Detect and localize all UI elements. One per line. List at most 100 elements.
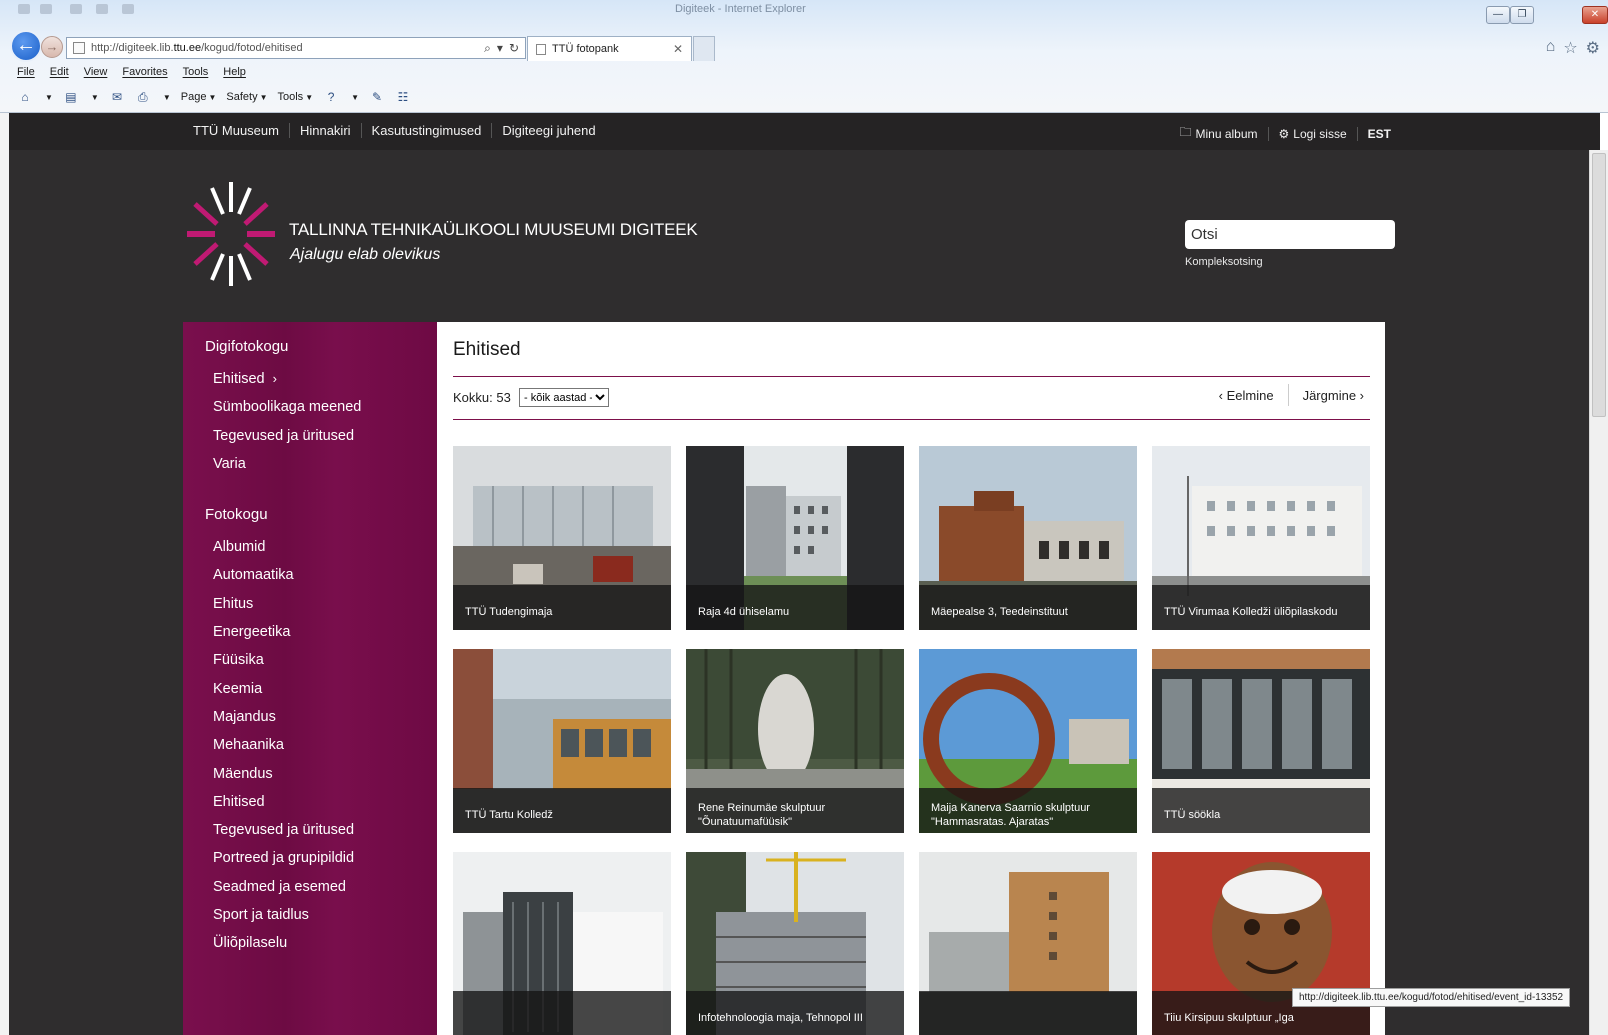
- year-filter-select[interactable]: - kõik aastad -: [519, 388, 609, 407]
- back-button[interactable]: ←: [10, 30, 42, 62]
- next-page-link[interactable]: Järgmine ›: [1289, 388, 1368, 403]
- photo-card[interactable]: TTÜ Tartu Kolledž: [453, 649, 671, 833]
- close-tab-icon[interactable]: ✕: [673, 42, 683, 56]
- photo-card[interactable]: Raja 4d ühiselamu: [686, 446, 904, 630]
- scrollbar-thumb[interactable]: [1592, 153, 1606, 417]
- photo-card[interactable]: [919, 852, 1137, 1035]
- sidebar-item-mehaanika[interactable]: Mehaanika: [213, 735, 437, 763]
- minimize-button[interactable]: —: [1486, 6, 1510, 24]
- site-tagline: Ajalugu elab olevikus: [290, 246, 441, 263]
- web-page: TTÜ Muuseum Hinnakiri Kasutustingimused …: [9, 113, 1600, 1035]
- sidebar-item-ehitised[interactable]: Ehitised ›: [213, 369, 437, 397]
- photo-grid: TTÜ Tudengimaja Raja 4d ühiselamu Mäepea…: [453, 446, 1371, 1035]
- status-bar-url: http://digiteek.lib.ttu.ee/kogud/fotod/e…: [1292, 988, 1571, 1007]
- sidebar-item-albumid[interactable]: Albumid: [213, 537, 437, 565]
- mail-icon[interactable]: ✉: [109, 90, 125, 104]
- photo-card[interactable]: Mäepealse 3, Teedeinstituut: [919, 446, 1137, 630]
- nav-link-pricelist[interactable]: Hinnakiri: [288, 123, 361, 138]
- address-url[interactable]: http://digiteek.lib.ttu.ee/kogud/fotod/e…: [91, 42, 484, 54]
- nav-link-terms[interactable]: Kasutustingimused: [360, 123, 492, 138]
- sidebar-item-majandus[interactable]: Majandus: [213, 707, 437, 735]
- translate-icon[interactable]: ☷: [395, 90, 411, 104]
- close-window-button[interactable]: ✕: [1582, 6, 1608, 24]
- title-bar: Digiteek - Internet Explorer: [0, 0, 1608, 18]
- menu-view[interactable]: View: [84, 66, 108, 78]
- gear-icon[interactable]: ⚙: [1586, 38, 1600, 58]
- search-icon[interactable]: ⌕: [484, 41, 491, 56]
- home-icon[interactable]: ⌂: [1546, 38, 1556, 58]
- window-title: Digiteek - Internet Explorer: [675, 3, 806, 15]
- safety-menu[interactable]: Safety ▼: [226, 91, 267, 103]
- quick-access-icon[interactable]: [40, 4, 52, 14]
- sidebar-item-varia[interactable]: Varia: [213, 454, 437, 482]
- help-icon[interactable]: ?: [323, 90, 339, 104]
- menu-help[interactable]: Help: [223, 66, 246, 78]
- page-title: Ehitised: [453, 339, 521, 360]
- browser-chrome: Digiteek - Internet Explorer — ❐ ✕ ← → h…: [0, 0, 1608, 113]
- my-album-link[interactable]: 🗀 Minu album: [1169, 123, 1267, 144]
- sidebar-item-yliopilaselu[interactable]: Üliõpilaselu: [213, 933, 437, 961]
- home-icon[interactable]: ⌂: [17, 90, 33, 104]
- sidebar-item-fyysika[interactable]: Füüsika: [213, 650, 437, 678]
- sidebar-item-sport[interactable]: Sport ja taidlus: [213, 905, 437, 933]
- new-tab-button[interactable]: [693, 36, 715, 61]
- page-scrollbar[interactable]: [1589, 150, 1608, 1035]
- menu-file[interactable]: File: [17, 66, 35, 78]
- sidebar-heading-digital[interactable]: Digifotokogu: [183, 338, 437, 355]
- photo-card[interactable]: TTÜ Tudengimaja: [453, 446, 671, 630]
- maximize-button[interactable]: ❐: [1510, 6, 1534, 24]
- prev-page-link[interactable]: ‹ Eelmine: [1205, 388, 1288, 403]
- sidebar-item-keemia[interactable]: Keemia: [213, 679, 437, 707]
- quick-access-icon[interactable]: [70, 4, 82, 14]
- research-icon[interactable]: ✎: [369, 90, 385, 104]
- photo-caption: Infotehnoloogia maja, Tehnopol III: [686, 991, 904, 1035]
- photo-card[interactable]: [453, 852, 671, 1035]
- sidebar-item-ehitus[interactable]: Ehitus: [213, 594, 437, 622]
- sidebar-item-energeetika[interactable]: Energeetika: [213, 622, 437, 650]
- photo-card[interactable]: Infotehnoloogia maja, Tehnopol III: [686, 852, 904, 1035]
- address-bar[interactable]: http://digiteek.lib.ttu.ee/kogud/fotod/e…: [66, 37, 526, 59]
- site-header: TALLINNA TEHNIKAÜLIKOOLI MUUSEUMI DIGITE…: [9, 150, 1600, 322]
- login-link[interactable]: ⚙ Logi sisse: [1267, 126, 1357, 141]
- quick-access-icon[interactable]: [18, 4, 30, 14]
- photo-card[interactable]: Maija Kanerva Saarnio skulptuur "Hammasr…: [919, 649, 1137, 833]
- sidebar-item-tegevused-2[interactable]: Tegevused ja üritused: [213, 820, 437, 848]
- language-switch[interactable]: EST: [1356, 126, 1401, 141]
- ttu-sunburst-logo-icon[interactable]: [185, 180, 277, 288]
- menu-tools[interactable]: Tools: [183, 66, 209, 78]
- favorites-star-icon[interactable]: ☆: [1563, 38, 1577, 58]
- nav-link-guide[interactable]: Digiteegi juhend: [491, 123, 605, 138]
- sidebar-item-tegevused[interactable]: Tegevused ja üritused: [213, 426, 437, 454]
- site-name[interactable]: TALLINNA TEHNIKAÜLIKOOLI MUUSEUMI DIGITE…: [289, 220, 698, 240]
- photo-card[interactable]: Rene Reinumäe skulptuur "Õunatuumafüüsik…: [686, 649, 904, 833]
- photo-card[interactable]: TTÜ Virumaa Kolledži üliõpilaskodu: [1152, 446, 1370, 630]
- forward-button[interactable]: →: [41, 36, 63, 58]
- refresh-icon[interactable]: ↻: [509, 41, 519, 56]
- top-navigation: TTÜ Muuseum Hinnakiri Kasutustingimused …: [9, 113, 1600, 150]
- quick-access-icon[interactable]: [96, 4, 108, 14]
- search-input[interactable]: [1185, 220, 1395, 249]
- tools-menu[interactable]: Tools ▼: [278, 91, 314, 103]
- sidebar-item-maendus[interactable]: Mäendus: [213, 764, 437, 792]
- sidebar-item-ehitised-2[interactable]: Ehitised: [213, 792, 437, 820]
- menu-favorites[interactable]: Favorites: [122, 66, 167, 78]
- sidebar-item-symbolika[interactable]: Sümboolikaga meened: [213, 397, 437, 425]
- sidebar-item-portreed[interactable]: Portreed ja grupipildid: [213, 848, 437, 876]
- browser-tab[interactable]: TTÜ fotopank ✕: [527, 36, 692, 61]
- photo-card[interactable]: TTÜ söökla: [1152, 649, 1370, 833]
- feeds-icon[interactable]: ▤: [63, 90, 79, 104]
- menu-edit[interactable]: Edit: [50, 66, 69, 78]
- nav-link-museum[interactable]: TTÜ Muuseum: [193, 123, 289, 138]
- sidebar-item-seadmed[interactable]: Seadmed ja esemed: [213, 877, 437, 905]
- sidebar-item-automaatika[interactable]: Automaatika: [213, 565, 437, 593]
- advanced-search-link[interactable]: Kompleksotsing: [1185, 256, 1263, 268]
- print-icon[interactable]: ⎙: [135, 90, 151, 104]
- quick-access-icon[interactable]: [122, 4, 134, 14]
- dropdown-icon[interactable]: ▾: [497, 41, 503, 56]
- photo-card[interactable]: Tiiu Kirsipuu skulptuur „Iga: [1152, 852, 1370, 1035]
- sidebar-heading-photo[interactable]: Fotokogu: [183, 506, 437, 523]
- photo-caption: Maija Kanerva Saarnio skulptuur "Hammasr…: [919, 788, 1137, 833]
- menu-bar: File Edit View Favorites Tools Help: [17, 66, 246, 78]
- page-menu[interactable]: Page ▼: [181, 91, 217, 103]
- main-content: Ehitised Kokku: 53 - kõik aastad - ‹ Eel…: [437, 322, 1385, 1035]
